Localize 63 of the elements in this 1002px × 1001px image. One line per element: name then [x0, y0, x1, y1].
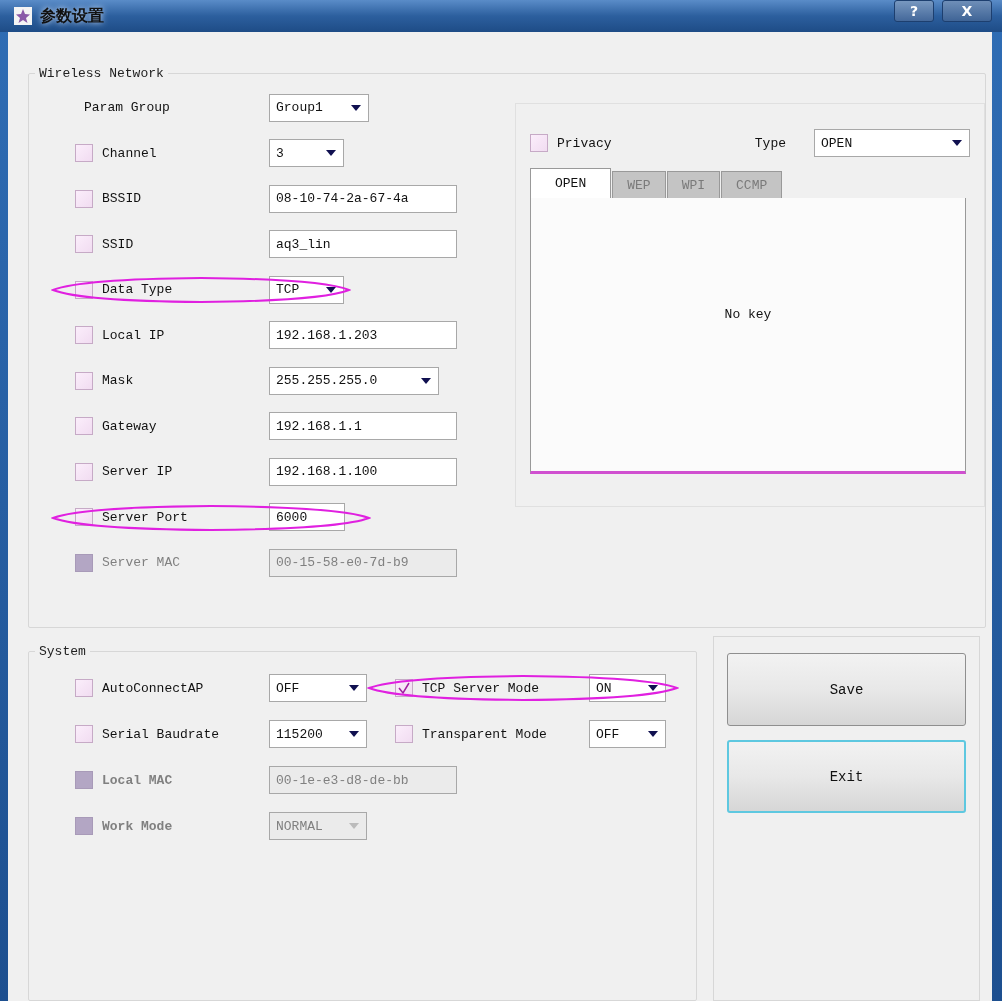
save-button[interactable]: Save	[727, 653, 966, 726]
checkbox[interactable]	[75, 417, 93, 436]
check-icon	[398, 682, 410, 694]
dropdown[interactable]: Group1	[269, 93, 369, 122]
input-field[interactable]: 192.168.1.100	[269, 457, 457, 486]
field-label: SSID	[101, 236, 135, 252]
field-label: Gateway	[101, 418, 158, 434]
field-label: Privacy	[556, 135, 613, 151]
caret-icon	[325, 149, 337, 158]
caret-icon	[647, 684, 659, 692]
caret-icon	[951, 139, 963, 147]
field-label: TCP Server Mode	[421, 680, 541, 696]
dropdown[interactable]: 255.255.255.0	[269, 366, 439, 395]
tab[interactable]: OPEN	[530, 168, 612, 198]
field-label: Channel	[101, 145, 158, 161]
field-label: Serial Baudrate	[101, 726, 221, 742]
field-label: AutoConnectAP	[101, 680, 205, 696]
caret-icon	[348, 822, 360, 830]
dropdown[interactable]: 3	[269, 139, 344, 168]
field-label: Server Port	[101, 509, 189, 525]
input-field[interactable]: aq3_lin	[269, 230, 457, 259]
message-text: No key	[724, 307, 772, 322]
dropdown[interactable]: OPEN	[814, 129, 970, 157]
field-label: Server MAC	[101, 555, 181, 571]
checkbox[interactable]	[75, 189, 93, 208]
checkbox[interactable]	[530, 134, 548, 152]
window-title: 参数设置	[40, 5, 105, 27]
app-icon	[14, 7, 32, 25]
help-button[interactable]: ?	[894, 0, 934, 22]
close-button[interactable]: X	[942, 0, 992, 22]
caret-icon	[348, 684, 360, 692]
dropdown[interactable]: OFF	[269, 674, 367, 702]
caret-icon	[420, 376, 432, 385]
checkbox[interactable]	[75, 679, 93, 697]
field-label: Local IP	[101, 327, 166, 343]
checkbox[interactable]	[75, 326, 93, 345]
input-field[interactable]: 08-10-74-2a-67-4a	[269, 184, 457, 213]
group-title: System	[38, 644, 87, 659]
field-label: Param Group	[83, 100, 171, 116]
field-label: Transparent Mode	[421, 726, 548, 742]
caret-icon	[647, 730, 659, 738]
dropdown[interactable]: 115200	[269, 720, 367, 748]
field-label: Mask	[101, 373, 135, 389]
exit-button[interactable]: Exit	[727, 740, 966, 813]
dropdown[interactable]: OFF	[589, 720, 666, 748]
field-label: Server IP	[101, 464, 174, 480]
group-title: Wireless Network	[38, 66, 165, 81]
caret-icon	[350, 103, 362, 112]
field-label: BSSID	[101, 191, 142, 207]
caret-icon	[348, 730, 360, 738]
field-label: Type	[754, 135, 786, 151]
checkbox[interactable]	[395, 725, 413, 743]
checkbox[interactable]	[75, 235, 93, 254]
field-label: Local MAC	[101, 772, 174, 788]
field-label: Data Type	[101, 282, 174, 298]
checkbox[interactable]	[75, 371, 93, 390]
checkbox[interactable]	[75, 725, 93, 743]
field-label: Work Mode	[101, 818, 174, 834]
input-field[interactable]: 192.168.1.203	[269, 321, 457, 350]
caret-icon	[325, 285, 337, 294]
checkbox[interactable]	[75, 144, 93, 163]
input-field[interactable]: 192.168.1.1	[269, 412, 457, 441]
checkbox[interactable]	[75, 462, 93, 481]
